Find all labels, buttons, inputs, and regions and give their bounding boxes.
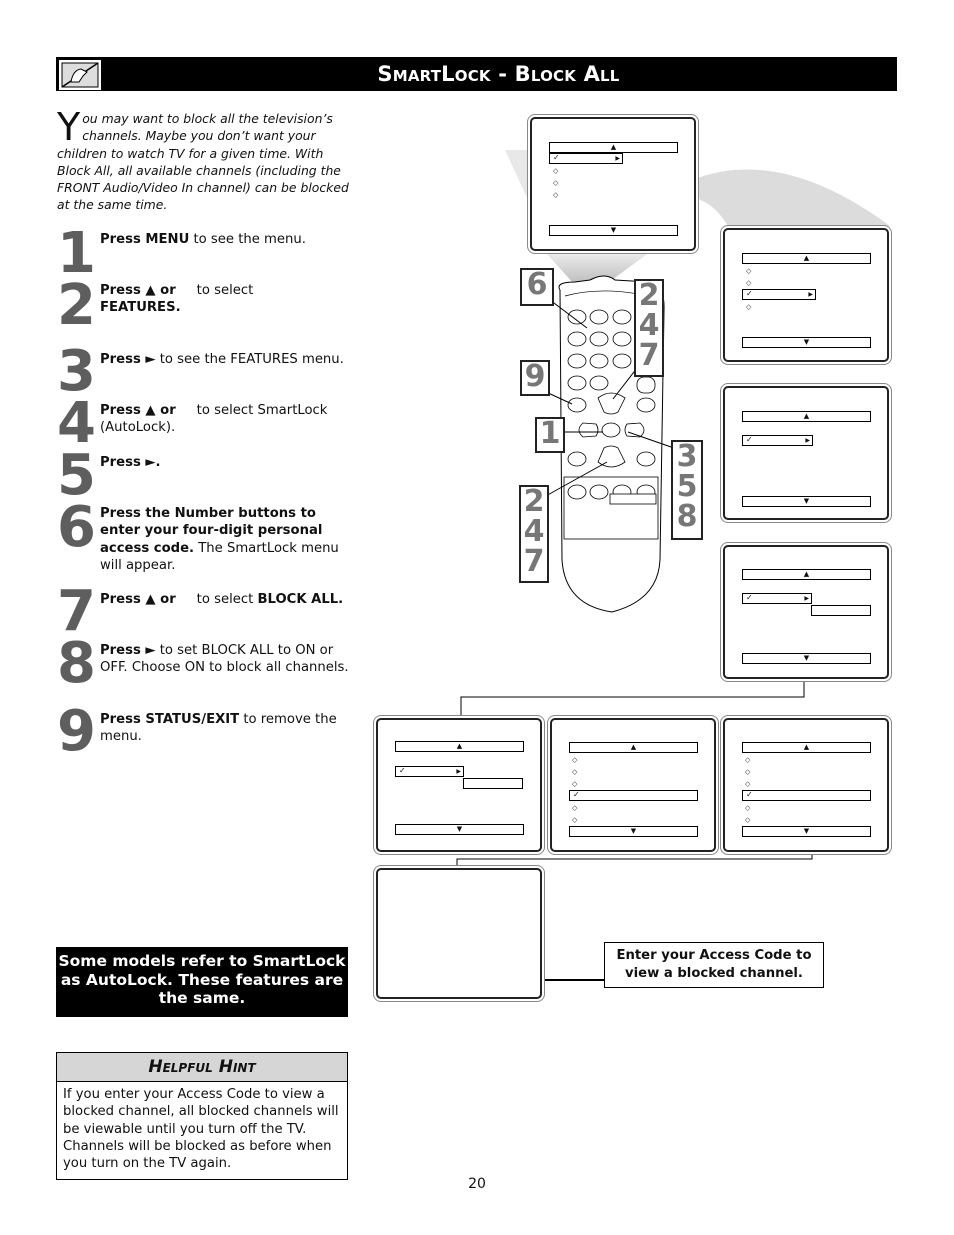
- diamond-icon: ◇: [572, 816, 578, 824]
- diamond-icon: ◇: [572, 780, 578, 788]
- ir-beam-curve: [692, 169, 890, 226]
- menu-scroll-down: ▼: [742, 826, 871, 837]
- callout-digit: 7: [523, 544, 545, 579]
- check-icon: ✓: [746, 289, 753, 298]
- diamond-icon: ◇: [553, 191, 559, 199]
- right-arrow-icon: ▶: [615, 155, 620, 162]
- callout-digit: 4: [638, 308, 660, 343]
- menu-scroll-up: ▲: [742, 411, 871, 422]
- menu-scroll-down: ▼: [742, 653, 871, 664]
- callout-digit: 2: [523, 484, 545, 519]
- down-arrow-icon: ▼: [630, 827, 637, 835]
- menu-scroll-up: ▲: [395, 741, 524, 752]
- tv-screen-block-all: ▲ ✓ ▶ ▼: [376, 718, 542, 852]
- up-arrow-icon: ▲: [803, 570, 810, 578]
- callout-digit: 2: [638, 278, 660, 313]
- right-arrow-icon: ▶: [805, 437, 810, 444]
- diamond-icon: ◇: [572, 804, 578, 812]
- down-arrow-icon: ▼: [803, 497, 810, 505]
- diamond-icon: ◇: [745, 756, 751, 764]
- diamond-icon: ◇: [745, 768, 751, 776]
- diamond-icon: ◇: [745, 816, 751, 824]
- menu-scroll-up: ▲: [742, 742, 871, 753]
- up-arrow-icon: ▲: [803, 743, 810, 751]
- diamond-icon: ◇: [746, 267, 752, 275]
- step-callout-358: 3 5 8: [671, 440, 703, 540]
- check-icon: ✓: [399, 766, 406, 775]
- diamond-icon: ◇: [745, 804, 751, 812]
- menu-item-selected: ✓ ▶: [549, 153, 623, 164]
- up-arrow-icon: ▲: [803, 412, 810, 420]
- right-arrow-icon: ▶: [804, 595, 809, 602]
- menu-item-selected: ✓ ▶: [395, 766, 464, 777]
- down-arrow-icon: ▼: [803, 654, 810, 662]
- menu-scroll-up: ▲: [569, 742, 698, 753]
- menu-scroll-up: ▲: [549, 142, 678, 153]
- callout-digit: 5: [676, 469, 698, 504]
- menu-item-selected: ✓: [742, 790, 871, 801]
- up-arrow-icon: ▲: [610, 143, 617, 151]
- diamond-icon: ◇: [746, 279, 752, 287]
- step-callout-1: 1: [535, 417, 565, 453]
- menu-scroll-down: ▼: [395, 824, 524, 835]
- callout-digit: 4: [523, 514, 545, 549]
- down-arrow-icon: ▼: [456, 825, 463, 833]
- up-arrow-icon: ▲: [803, 254, 810, 262]
- diamond-icon: ◇: [745, 780, 751, 788]
- menu-scroll-up: ▲: [742, 569, 871, 580]
- menu-scroll-up: ▲: [742, 253, 871, 264]
- diamond-icon: ◇: [746, 303, 752, 311]
- tv-screen-main-menu: ▲ ✓ ▶ ◇ ◇ ◇ ▼: [530, 117, 696, 251]
- right-arrow-icon: ▶: [456, 768, 461, 775]
- tv-screen-channel-list-a: ▲ ◇ ◇ ◇ ✓ ◇ ◇ ▼: [550, 718, 716, 852]
- submenu-box: [463, 778, 523, 789]
- diamond-icon: ◇: [572, 768, 578, 776]
- down-arrow-icon: ▼: [803, 827, 810, 835]
- access-code-callout: Enter your Access Code to view a blocked…: [604, 942, 824, 988]
- tv-screen-features-menu: ▲ ◇ ◇ ✓ ▶ ◇ ▼: [723, 228, 889, 362]
- tv-screen-blocked-channel: [376, 868, 542, 999]
- up-arrow-icon: ▲: [630, 743, 637, 751]
- tv-screen-smartlock-menu: ▲ ✓ ▶ ▼: [723, 545, 889, 679]
- check-icon: ✓: [746, 435, 753, 444]
- tv-screen-access-code: ▲ ✓ ▶ ▼: [723, 386, 889, 520]
- menu-scroll-down: ▼: [549, 225, 678, 236]
- right-arrow-icon: ▶: [808, 291, 813, 298]
- ir-beam-left-glow: [505, 150, 528, 200]
- down-arrow-icon: ▼: [610, 226, 617, 234]
- diamond-icon: ◇: [572, 756, 578, 764]
- callout-digit: 3: [676, 439, 698, 474]
- check-icon: ✓: [746, 790, 753, 799]
- step-callout-9: 9: [520, 360, 550, 396]
- diamond-icon: ◇: [553, 167, 559, 175]
- diamond-icon: ◇: [553, 179, 559, 187]
- step-callout-6: 6: [520, 268, 554, 306]
- step-callout-247-bottom: 2 4 7: [519, 485, 549, 583]
- callout-digit: 7: [638, 338, 660, 373]
- menu-scroll-down: ▼: [742, 337, 871, 348]
- check-icon: ✓: [746, 593, 753, 602]
- menu-item-selected: ✓ ▶: [742, 289, 816, 300]
- check-icon: ✓: [553, 153, 560, 162]
- up-arrow-icon: ▲: [456, 742, 463, 750]
- menu-scroll-down: ▼: [742, 496, 871, 507]
- menu-item-selected: ✓ ▶: [742, 593, 812, 604]
- down-arrow-icon: ▼: [803, 338, 810, 346]
- menu-item-selected: ✓: [569, 790, 698, 801]
- step-callout-247-top: 2 4 7: [634, 279, 664, 377]
- tv-screen-channel-list-b: ▲ ◇ ◇ ◇ ✓ ◇ ◇ ▼: [723, 718, 889, 852]
- callout-digit: 8: [676, 499, 698, 534]
- menu-item-selected: ✓ ▶: [742, 435, 813, 446]
- menu-scroll-down: ▼: [569, 826, 698, 837]
- check-icon: ✓: [573, 790, 580, 799]
- submenu-box: [811, 605, 871, 616]
